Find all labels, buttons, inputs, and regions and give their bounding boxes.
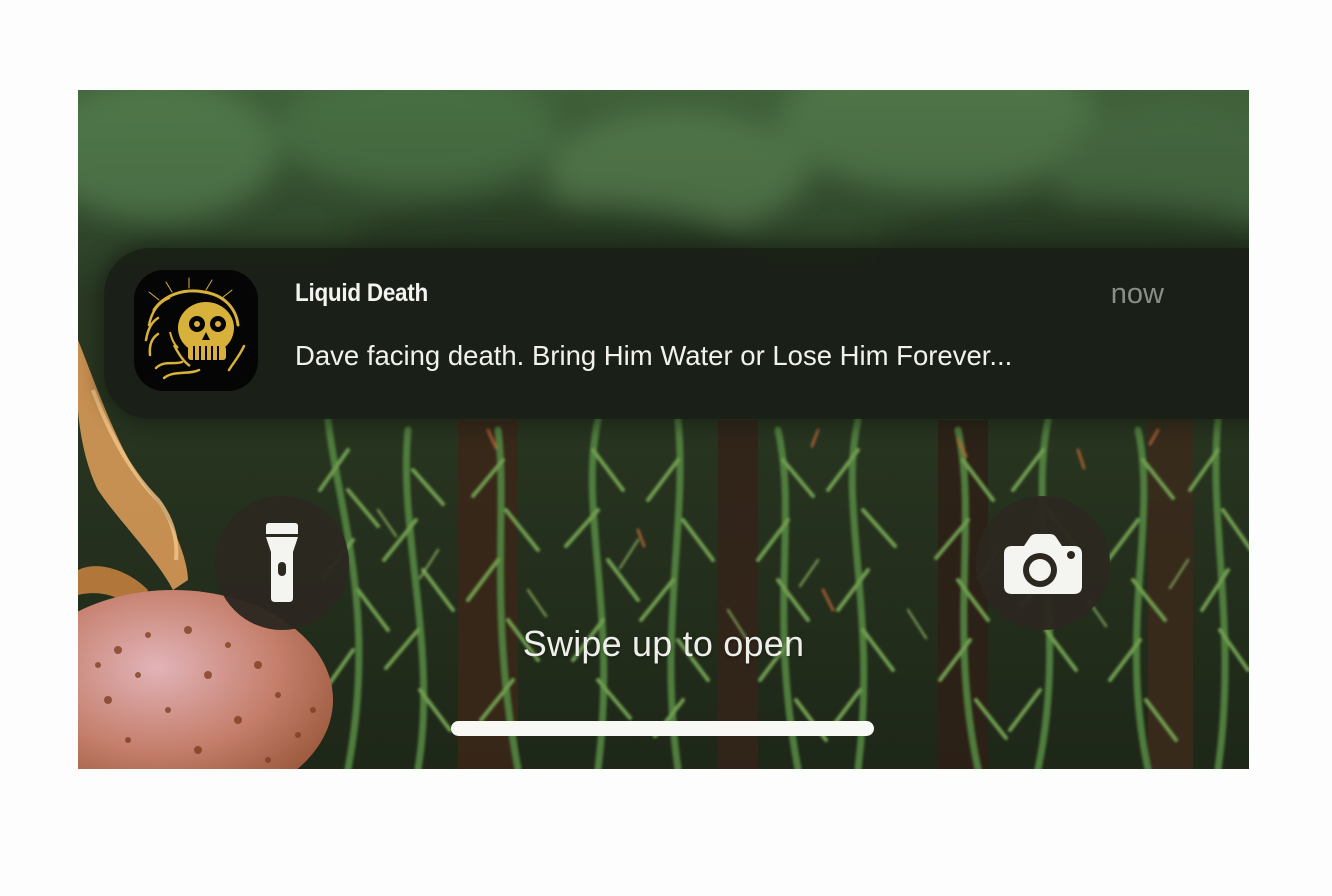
notification-app-name: Liquid Death xyxy=(295,279,429,307)
flashlight-button[interactable] xyxy=(215,496,349,630)
camera-icon xyxy=(1004,534,1082,594)
camera-button[interactable] xyxy=(976,496,1110,630)
liquid-death-skull-logo-icon xyxy=(134,270,258,391)
notification-message: Dave facing death. Bring Him Water or Lo… xyxy=(295,340,1013,371)
lock-screen[interactable]: Liquid Death now Dave facing death. Brin… xyxy=(78,90,1249,769)
notification-card[interactable]: Liquid Death now Dave facing death. Brin… xyxy=(104,248,1249,419)
swipe-up-hint: Swipe up to open xyxy=(522,623,805,664)
home-indicator-bar[interactable] xyxy=(451,721,874,736)
flashlight-icon xyxy=(266,523,298,602)
wallpaper-image xyxy=(78,90,1249,769)
notification-time: now xyxy=(1110,278,1164,310)
